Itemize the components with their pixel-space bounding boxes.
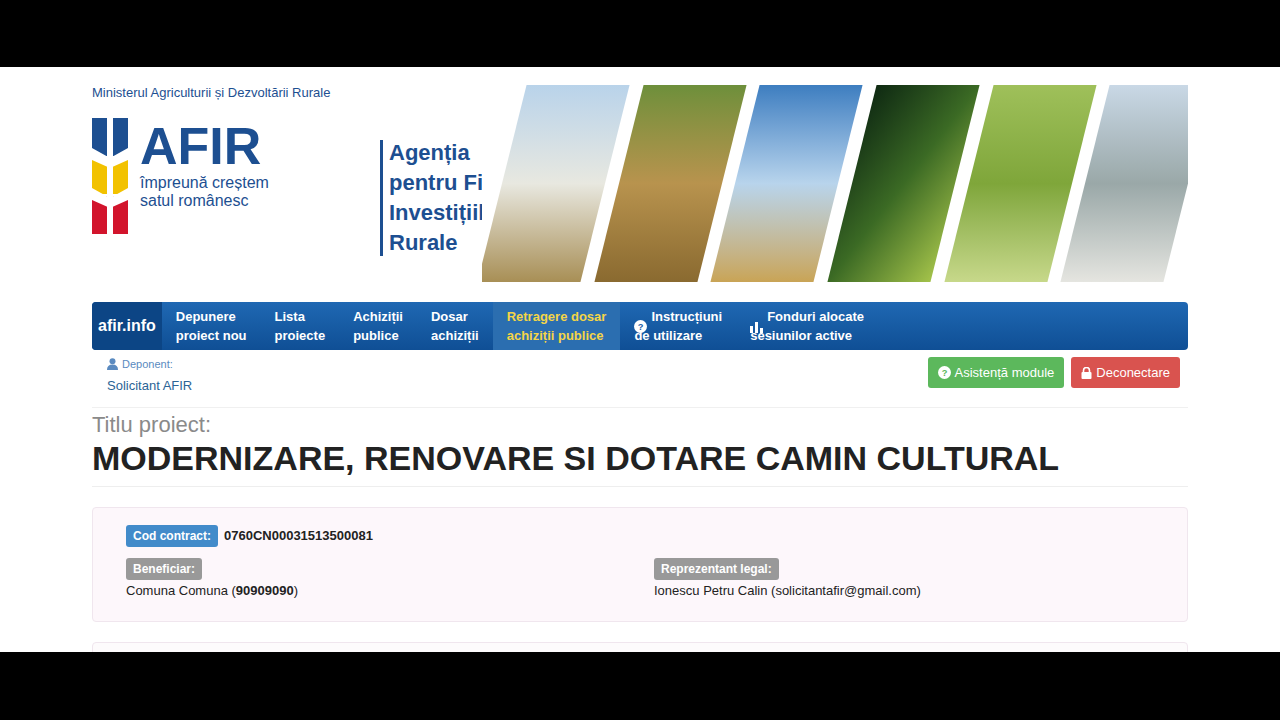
help-icon: ?: [938, 366, 951, 379]
slogan-line: satul românesc: [140, 192, 269, 210]
nav-label: Dosarachiziții: [431, 307, 479, 345]
badge: Reprezentant legal:: [654, 558, 779, 580]
button-group: ? Asistență module Deconectare: [928, 357, 1180, 388]
nav-label: Instrucțiunide utilizare: [651, 307, 722, 345]
nav-label-line: Dosar: [431, 307, 479, 326]
bottom-bar: [0, 652, 1280, 720]
nav-label-line: Achiziții: [353, 307, 403, 326]
nav-label: Fonduri alocatesesiunilor active: [767, 307, 864, 345]
nav-label: Retragere dosarachiziții publice: [507, 307, 607, 345]
nav-label-line: de utilizare: [634, 326, 722, 345]
nav-label-line: Instrucțiuni: [651, 307, 722, 326]
nav-label-line: publice: [353, 326, 403, 345]
agency-line: Rurale: [389, 228, 490, 258]
header: Ministerul Agriculturii și Dezvoltării R…: [92, 67, 1188, 285]
rep-value: Ionescu Petru Calin (solicitantafir@gmai…: [654, 581, 921, 601]
nav-label-line: Fonduri alocate: [767, 307, 864, 326]
next-card: [92, 642, 1188, 653]
brand-link[interactable]: afir.info: [92, 302, 162, 350]
nav-item[interactable]: Listaproiecte: [261, 302, 340, 350]
contract-code-row: Cod contract: 0760CN00031513500081: [126, 525, 1154, 547]
beneficiary: Beneficiar:Comuna Comuna (90909090): [126, 558, 640, 601]
contract-details: Beneficiar:Comuna Comuna (90909090)Repre…: [126, 558, 1154, 601]
contract-code: 0760CN00031513500081: [224, 526, 373, 546]
nav-label-line: Retragere dosar: [507, 307, 607, 326]
nav-label-line: Depunere: [176, 307, 247, 326]
container: Ministerul Agriculturii și Dezvoltării R…: [92, 67, 1188, 652]
page: Ministerul Agriculturii și Dezvoltării R…: [0, 67, 1280, 652]
agency-name: Agențiapentru FinanțareaInvestițiilorRur…: [380, 140, 490, 256]
nav-item[interactable]: Depunereproiect nou: [162, 302, 261, 350]
ministry-text: Ministerul Agriculturii și Dezvoltării R…: [92, 85, 392, 101]
nav-label: Depunereproiect nou: [176, 307, 247, 345]
user-icon: [107, 358, 118, 370]
nav-item[interactable]: Retragere dosarachiziții publice: [493, 302, 621, 350]
badge: Beneficiar:: [126, 558, 202, 580]
nav-label-line: achiziții: [431, 326, 479, 345]
lock-icon: [1081, 367, 1092, 379]
beneficiary-close: ): [294, 583, 298, 598]
nav-label-line: proiect nou: [176, 326, 247, 345]
nav-label: Achizițiipublice: [353, 307, 403, 345]
beneficiary-id: 90909090: [236, 583, 294, 598]
agency-line: Investițiilor: [389, 198, 490, 228]
nav-item[interactable]: Achizițiipublice: [339, 302, 417, 350]
title-label: Titlu proiect:: [92, 412, 1188, 438]
logout-button[interactable]: Deconectare: [1071, 357, 1180, 388]
user-info: Deponent: Solicitant AFIR: [107, 356, 192, 395]
title-text: MODERNIZARE, RENOVARE SI DOTARE CAMIN CU…: [92, 438, 1188, 478]
nav-label: Listaproiecte: [275, 307, 326, 345]
slogan-line: împreună creștem: [140, 174, 269, 192]
project-title: Titlu proiect:MODERNIZARE, RENOVARE SI D…: [92, 408, 1188, 487]
beneficiary-value: Comuna Comuna (90909090): [126, 581, 298, 601]
badge: Cod contract:: [126, 525, 218, 547]
brand-block: Ministerul Agriculturii și Dezvoltării R…: [92, 85, 392, 285]
agency-line: pentru Finanțarea: [389, 168, 490, 198]
photo-strip: [482, 85, 1188, 282]
user-name: Solicitant AFIR: [107, 376, 192, 396]
agency-line: Agenția: [389, 138, 490, 168]
user-label: Deponent:: [122, 356, 173, 373]
button-label: Asistență module: [955, 363, 1055, 383]
user-row: Deponent: Solicitant AFIR? Asistență modul…: [92, 350, 1188, 408]
logo-icon: [92, 118, 128, 234]
legal-representative: Reprezentant legal:Ionescu Petru Calin (…: [640, 558, 1154, 601]
top-bar: [0, 0, 1280, 67]
button-label: Deconectare: [1096, 363, 1170, 383]
nav-label-line: proiecte: [275, 326, 326, 345]
logo-title: AFIR: [140, 118, 269, 174]
help-button[interactable]: ? Asistență module: [928, 357, 1065, 388]
nav-label-line: sesiunilor active: [750, 326, 864, 345]
beneficiary-name: Comuna Comuna (: [126, 583, 236, 598]
svg-text:?: ?: [941, 368, 947, 378]
user-label-row: Deponent:: [107, 356, 192, 373]
nav-label-line: Lista: [275, 307, 326, 326]
logo-text: AFIRîmpreună creștemsatul românesc: [140, 118, 269, 210]
navbar: afir.infoDepunereproiect nouListaproiect…: [92, 302, 1188, 350]
logo: AFIRîmpreună creștemsatul românesc: [92, 118, 392, 234]
nav-item[interactable]: ?Instrucțiunide utilizare: [620, 302, 736, 350]
nav-item[interactable]: Fonduri alocatesesiunilor active: [736, 302, 878, 350]
nav-item[interactable]: Dosarachiziții: [417, 302, 493, 350]
nav-label-line: achiziții publice: [507, 326, 607, 345]
contract-card: Cod contract: 0760CN00031513500081 Benefic…: [92, 507, 1188, 622]
